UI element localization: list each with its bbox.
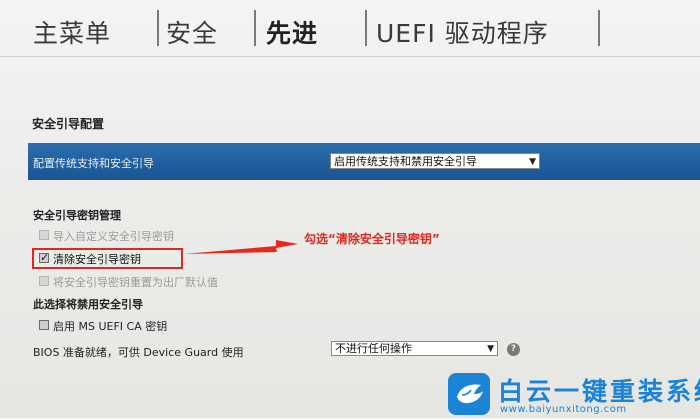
- reset-keys-checkbox[interactable]: [39, 276, 49, 286]
- tab-divider: [365, 10, 367, 46]
- question-mark-icon[interactable]: ?: [507, 343, 520, 356]
- import-keys-checkbox[interactable]: [39, 230, 49, 240]
- tab-main-menu[interactable]: 主菜单: [33, 14, 111, 50]
- tab-uefi-drivers[interactable]: UEFI 驱动程序: [376, 14, 549, 50]
- legacy-secure-boot-label: 配置传统支持和安全引导: [33, 157, 154, 170]
- section-title: 安全引导配置: [32, 117, 105, 131]
- legacy-secure-boot-row[interactable]: 配置传统支持和安全引导 启用传统支持和禁用安全引导 ▼: [28, 143, 700, 180]
- clear-keys-label[interactable]: 清除安全引导密钥: [53, 251, 141, 267]
- tab-security[interactable]: 安全: [166, 14, 218, 50]
- reset-keys-label: 将安全引导密钥重置为出厂默认值: [53, 276, 218, 289]
- clear-keys-checkbox[interactable]: ✓: [39, 251, 50, 264]
- tab-bar: 主菜单 安全 先进 UEFI 驱动程序: [0, 0, 700, 58]
- tab-divider: [598, 10, 600, 46]
- legacy-secure-boot-value: 启用传统支持和禁用安全引导: [334, 155, 477, 168]
- bird-logo-icon: [448, 373, 490, 415]
- ms-uefi-ca-label[interactable]: 启用 MS UEFI CA 密钥: [53, 318, 167, 334]
- legacy-secure-boot-select[interactable]: 启用传统支持和禁用安全引导 ▼: [330, 153, 540, 169]
- ms-uefi-ca-checkbox[interactable]: [39, 320, 49, 330]
- watermark-url: www.baiyunxitong.com: [500, 404, 627, 415]
- red-arrow-icon: [184, 240, 298, 254]
- chevron-down-icon: ▼: [487, 344, 494, 354]
- device-guard-label: BIOS 准备就绪，可供 Device Guard 使用: [33, 346, 244, 359]
- device-guard-value: 不进行任何操作: [335, 342, 412, 355]
- key-management-label: 安全引导密钥管理: [33, 209, 121, 222]
- watermark-logo: 白云一键重装系统 www.baiyunxitong.com: [448, 371, 700, 418]
- tab-advanced[interactable]: 先进: [266, 14, 318, 50]
- watermark-brand: 白云一键重装系统: [498, 377, 700, 406]
- device-guard-select[interactable]: 不进行任何操作 ▼: [331, 341, 498, 356]
- tab-bar-rule: [0, 56, 700, 57]
- disable-note: 此选择将禁用安全引导: [33, 298, 143, 311]
- tab-divider: [254, 10, 256, 46]
- tab-divider: [157, 10, 159, 46]
- annotation-text: 勾选“清除安全引导密钥”: [304, 232, 440, 246]
- import-keys-label: 导入自定义安全引导密钥: [53, 230, 174, 243]
- chevron-down-icon: ▼: [529, 157, 536, 167]
- checkmark-icon: ✓: [40, 251, 50, 264]
